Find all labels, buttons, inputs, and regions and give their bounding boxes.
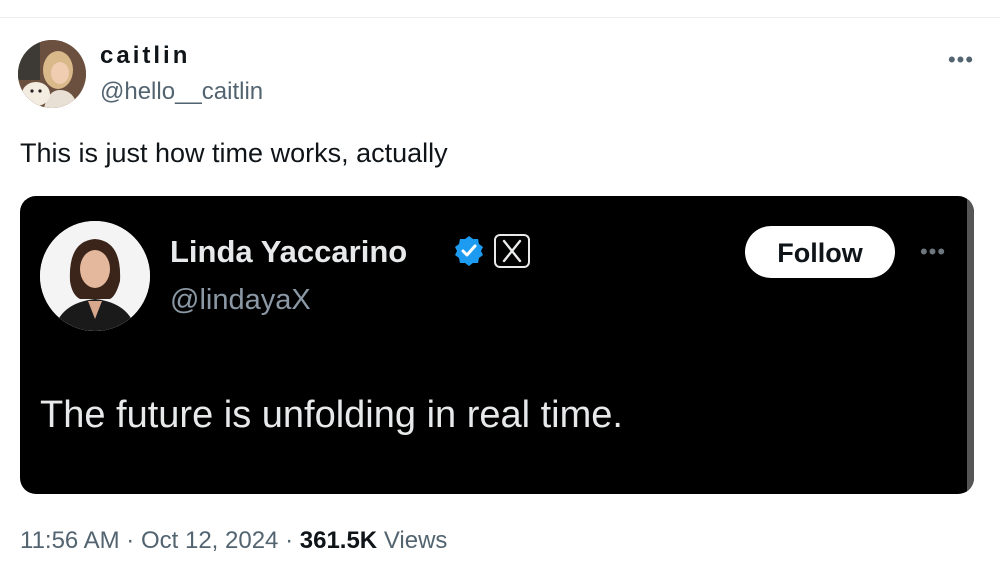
tweet-screenshot: caitlin @hello__caitlin ••• This is just… [0, 0, 1000, 568]
author-handle[interactable]: @hello__caitlin [100, 78, 263, 106]
author-avatar[interactable] [18, 40, 86, 108]
more-horizontal-icon[interactable]: ••• [944, 49, 978, 71]
views-label: Views [383, 527, 448, 554]
follow-button[interactable]: Follow [745, 226, 895, 278]
quoted-author-name[interactable]: Linda Yaccarino [170, 234, 407, 270]
views-count: 361.5K [299, 527, 378, 554]
card-edge [967, 196, 974, 494]
verified-badge-icon [455, 236, 483, 266]
post-date[interactable]: Oct 12, 2024 [141, 527, 278, 554]
quoted-post-text: The future is unfolding in real time. [40, 394, 623, 436]
x-logo-icon [494, 234, 530, 268]
quoted-post-card[interactable]: Linda Yaccarino @lindayaX Follow ••• The… [20, 196, 974, 494]
divider [0, 17, 1000, 18]
separator: · [285, 527, 294, 554]
more-horizontal-icon[interactable]: ••• [913, 241, 953, 263]
avatar-image [18, 40, 86, 108]
quoted-author-handle[interactable]: @lindayaX [170, 284, 311, 317]
quoted-author-avatar[interactable] [40, 221, 150, 331]
post-metadata: 11:56 AM · Oct 12, 2024 · 361.5K Views [20, 527, 447, 555]
author-name[interactable]: caitlin [100, 42, 190, 70]
tweet-text: This is just how time works, actually [20, 138, 448, 168]
timestamp[interactable]: 11:56 AM [20, 527, 120, 554]
separator: · [126, 527, 135, 554]
avatar-image [40, 221, 150, 331]
